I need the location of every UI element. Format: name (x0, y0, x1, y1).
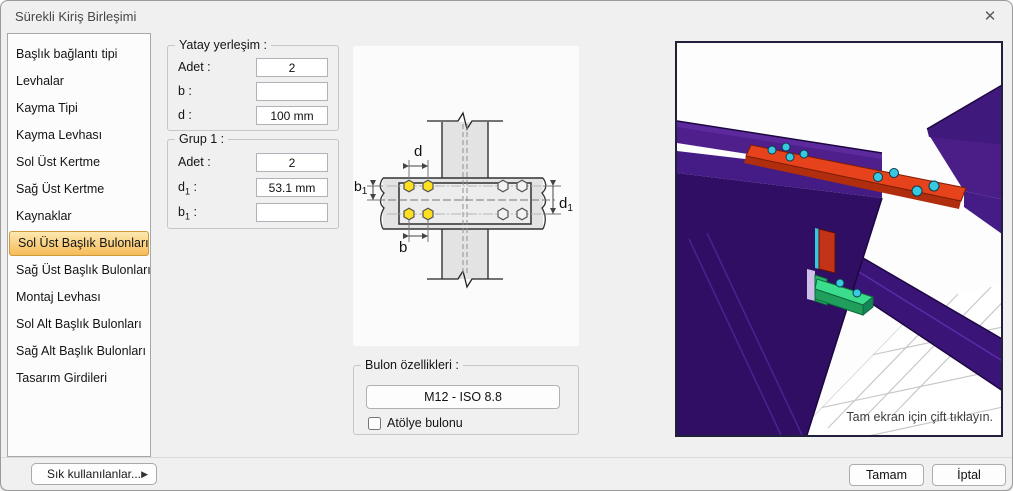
b-label: b : (178, 84, 192, 98)
b-input[interactable] (256, 82, 328, 101)
sidebar-item-kayma-levhasi[interactable]: Kayma Levhası (8, 122, 150, 149)
bolt-layout-diagram: d b b1 d1 (353, 46, 579, 346)
chevron-right-icon: ▶ (141, 464, 148, 484)
sidebar-item-baslik-baglanti-tipi[interactable]: Başlık bağlantı tipi (8, 41, 150, 68)
group-yatay-title: Yatay yerleşim : (175, 38, 271, 52)
bolt-spec-button[interactable]: M12 - ISO 8.8 (366, 385, 560, 409)
group-grup1-title: Grup 1 : (175, 132, 228, 146)
fullscreen-hint-text: Tam ekran için çift tıklayın. (846, 410, 993, 424)
sidebar-item-sol-ust-baslik-bulonlari[interactable]: Sol Üst Başlık Bulonları (9, 231, 149, 256)
group-bulon-ozellikleri: Bulon özellikleri : M12 - ISO 8.8 Atölye… (353, 365, 579, 435)
grup1-d1-label: d1 : (178, 180, 197, 197)
dim-d-label: d (414, 143, 422, 160)
sidebar-item-sol-alt-baslik-bulonlari[interactable]: Sol Alt Başlık Bulonları (8, 311, 150, 338)
sidebar-item-kayma-tipi[interactable]: Kayma Tipi (8, 95, 150, 122)
grup1-adet-label: Adet : (178, 155, 211, 172)
grup1-d1-input[interactable] (256, 178, 328, 197)
dim-b1-label: b1 (354, 178, 368, 197)
group-grup1: Grup 1 : Adet : d1 : b1 : (167, 139, 339, 229)
3d-viewport[interactable]: Tam ekran için çift tıklayın. (675, 41, 1003, 437)
dim-b-label: b (399, 239, 407, 256)
grup1-b1-label: b1 : (178, 205, 197, 222)
sidebar-item-tasarim-girdileri[interactable]: Tasarım Girdileri (8, 365, 150, 392)
atolye-bulonu-label: Atölye bulonu (387, 416, 463, 430)
sidebar-item-sag-ust-baslik-bulonlari[interactable]: Sağ Üst Başlık Bulonları (8, 257, 150, 284)
adet-label: Adet : (178, 60, 211, 74)
footer-divider (1, 457, 1012, 458)
dialog-surekli-kiris-birlesimi: Sürekli Kiriş Birleşimi ✕ Başlık bağlant… (0, 0, 1013, 491)
close-icon[interactable]: ✕ (980, 7, 1000, 27)
sidebar-item-levhalar[interactable]: Levhalar (8, 68, 150, 95)
grup1-b1-input[interactable] (256, 203, 328, 222)
group-bulon-title: Bulon özellikleri : (361, 358, 463, 372)
group-yatay-yerlesim: Yatay yerleşim : Adet : b : d : (167, 45, 339, 131)
sidebar-item-sag-ust-kertme[interactable]: Sağ Üst Kertme (8, 176, 150, 203)
dialog-title: Sürekli Kiriş Birleşimi (15, 9, 136, 24)
atolye-bulonu-checkbox[interactable] (368, 417, 381, 430)
sidebar-item-sol-ust-kertme[interactable]: Sol Üst Kertme (8, 149, 150, 176)
cancel-button[interactable]: İptal (932, 464, 1006, 486)
sidebar-item-sag-alt-baslik-bulonlari[interactable]: Sağ Alt Başlık Bulonları (8, 338, 150, 365)
sidebar: Başlık bağlantı tipi Levhalar Kayma Tipi… (7, 33, 151, 457)
favorites-button[interactable]: Sık kullanılanlar... ▶ (31, 463, 157, 485)
favorites-button-label: Sık kullanılanlar... (47, 467, 141, 481)
titlebar: Sürekli Kiriş Birleşimi ✕ (1, 1, 1012, 31)
d-label: d : (178, 108, 192, 122)
grup1-adet-input[interactable] (256, 153, 328, 172)
sidebar-item-montaj-levhasi[interactable]: Montaj Levhası (8, 284, 150, 311)
adet-input[interactable] (256, 58, 328, 77)
d-input[interactable] (256, 106, 328, 125)
ok-button[interactable]: Tamam (849, 464, 924, 486)
dim-d1-label: d1 (559, 195, 573, 214)
sidebar-item-kaynaklar[interactable]: Kaynaklar (8, 203, 150, 230)
